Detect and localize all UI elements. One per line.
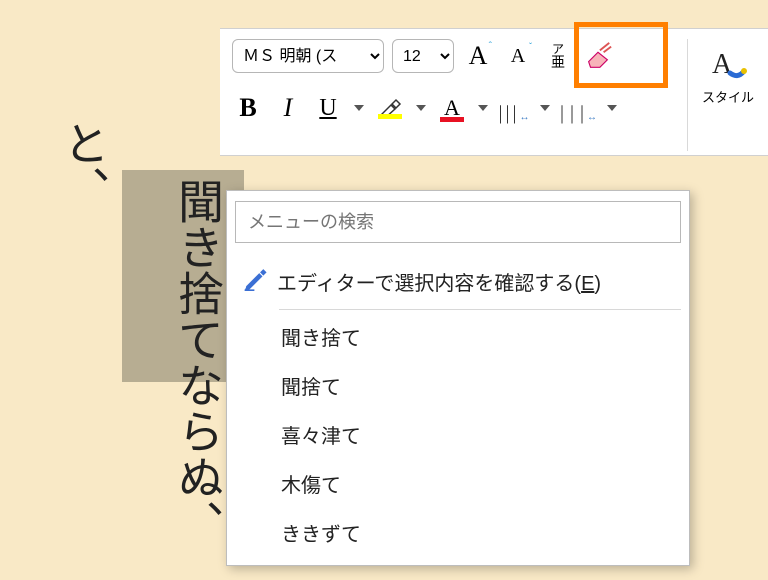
- font-color-swatch: [440, 117, 464, 122]
- editor-check-selection-item[interactable]: エディターで選択内容を確認する(E): [235, 255, 681, 307]
- highlight-color-button[interactable]: [374, 91, 406, 125]
- editor-item-label: エディターで選択内容を確認する(E): [277, 267, 601, 296]
- grow-font-button[interactable]: Aˆ: [462, 39, 494, 73]
- char-spacing-narrow-dropdown[interactable]: [540, 102, 552, 114]
- char-spacing-wide-button[interactable]: ||| ↔: [560, 91, 597, 125]
- font-color-dropdown[interactable]: [478, 102, 490, 114]
- clear-formatting-button[interactable]: [582, 39, 614, 73]
- styles-group[interactable]: A スタイル: [688, 39, 762, 151]
- underline-button[interactable]: U: [312, 91, 344, 125]
- italic-button[interactable]: I: [272, 91, 304, 125]
- phonetic-guide-button[interactable]: ア 亜: [542, 39, 574, 73]
- doc-text-col-2[interactable]: 聞き捨てならぬ、: [164, 178, 230, 546]
- char-spacing-narrow-button[interactable]: ||| ↔: [498, 91, 530, 125]
- ribbon-toolbar: ＭＳ 明朝 (ス 12 Aˆ Aˇ ア 亜 B I U: [220, 28, 768, 156]
- underline-dropdown[interactable]: [354, 102, 366, 114]
- context-menu: エディターで選択内容を確認する(E) 聞き捨て 聞捨て 喜々津て 木傷て ききず…: [226, 190, 690, 566]
- font-name-select[interactable]: ＭＳ 明朝 (ス: [232, 39, 384, 73]
- pen-icon: [243, 265, 269, 297]
- highlight-swatch: [378, 114, 402, 119]
- font-size-select[interactable]: 12: [392, 39, 454, 73]
- shrink-font-button[interactable]: Aˇ: [502, 39, 534, 73]
- suggestion-item-4[interactable]: ききずて: [235, 508, 681, 557]
- char-spacing-wide-dropdown[interactable]: [607, 102, 619, 114]
- styles-label: スタイル: [702, 87, 754, 106]
- phonetic-bot: 亜: [551, 55, 565, 69]
- suggestion-item-1[interactable]: 聞捨て: [235, 361, 681, 410]
- suggestion-item-3[interactable]: 木傷て: [235, 459, 681, 508]
- font-color-button[interactable]: A: [436, 91, 468, 125]
- suggestion-item-2[interactable]: 喜々津て: [235, 410, 681, 459]
- suggestion-item-0[interactable]: 聞き捨て: [235, 312, 681, 361]
- menu-divider: [279, 309, 681, 310]
- highlight-dropdown[interactable]: [416, 102, 428, 114]
- menu-search-input[interactable]: [235, 201, 681, 243]
- bold-button[interactable]: B: [232, 91, 264, 125]
- doc-text-col-1[interactable]: と、: [50, 120, 116, 212]
- styles-icon: A: [708, 43, 748, 83]
